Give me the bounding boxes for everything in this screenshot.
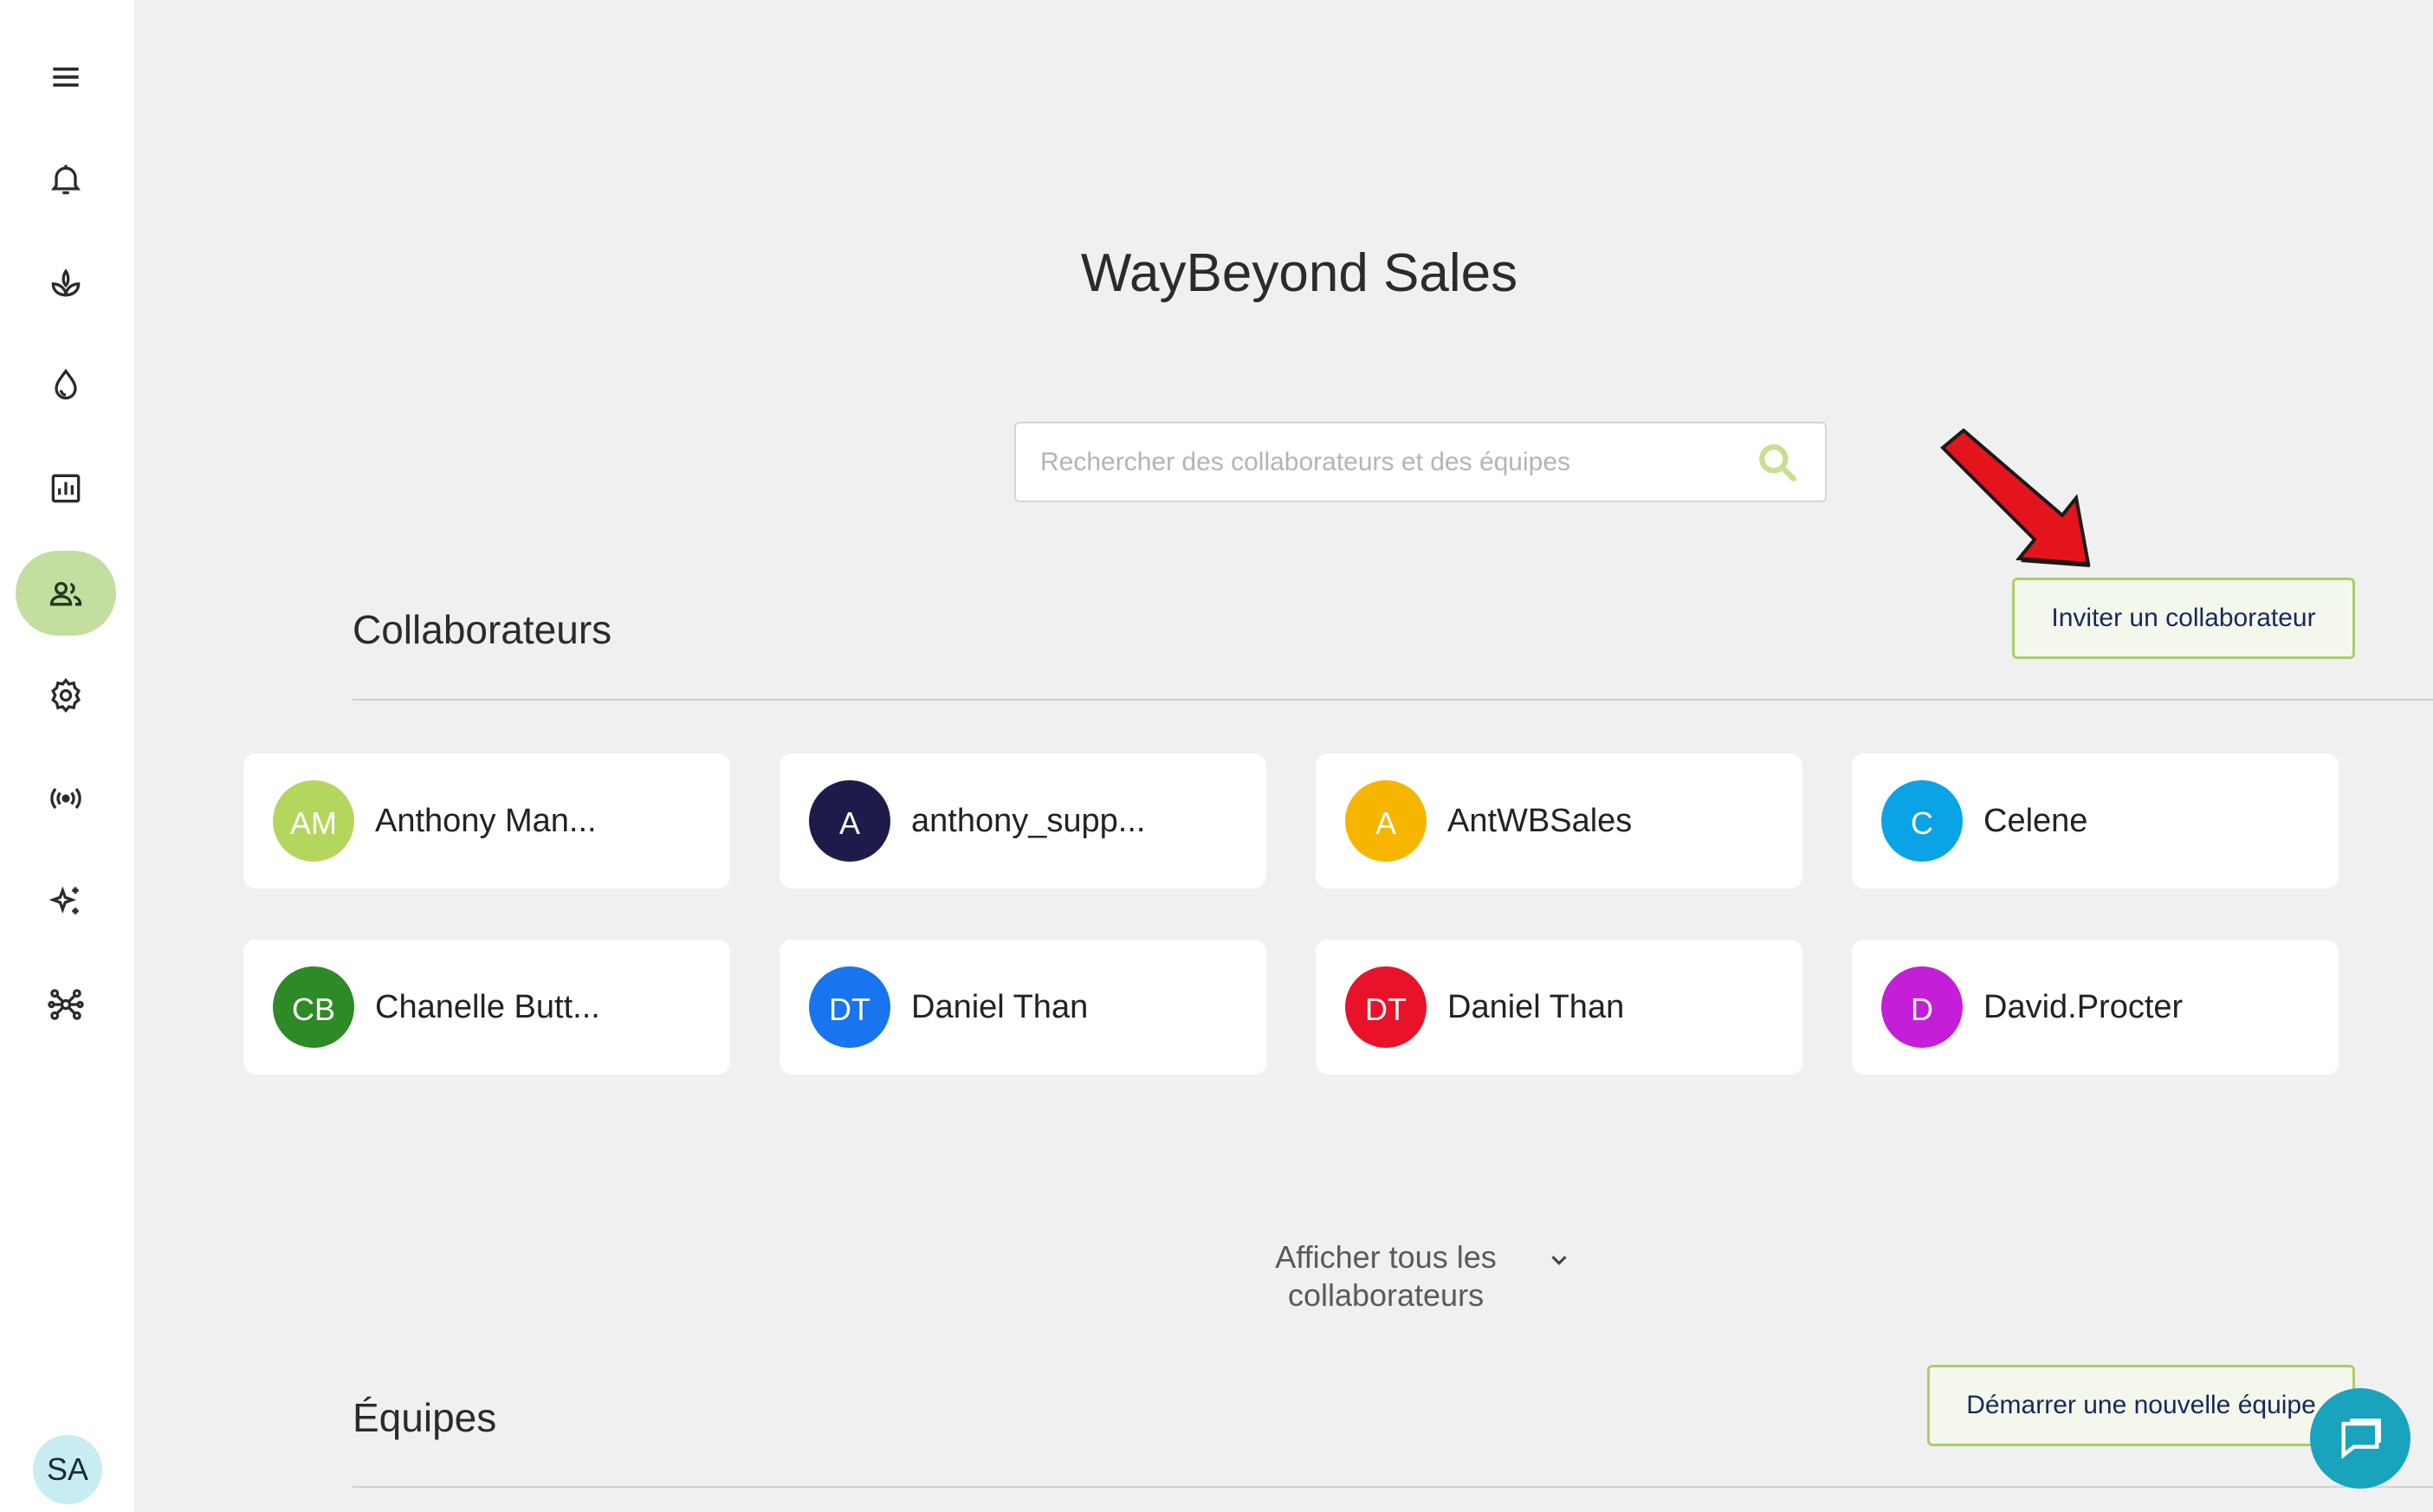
chevron-down-icon	[1551, 1256, 1567, 1265]
chart-icon	[51, 474, 81, 503]
search-box	[1014, 422, 1827, 502]
show-all-collaborators-link[interactable]: Afficher tous les collaborateurs	[1252, 1238, 1650, 1315]
show-all-label: Afficher tous les collaborateurs	[1275, 1239, 1497, 1313]
sidebar-item-collaborators[interactable]	[16, 551, 116, 636]
collaborator-name: Daniel Than	[911, 988, 1089, 1025]
menu-icon	[53, 68, 79, 87]
water-drop-icon	[55, 368, 77, 400]
avatar: DT	[809, 966, 890, 1048]
sidebar-item-plants[interactable]	[16, 240, 116, 325]
collaborator-card[interactable]: D David.Procter	[1852, 940, 2339, 1075]
sidebar-item-notifications[interactable]	[16, 137, 116, 222]
signal-icon	[50, 787, 81, 810]
search-icon[interactable]	[1756, 441, 1799, 484]
start-new-team-button[interactable]: Démarrer une nouvelle équipe	[1927, 1365, 2355, 1446]
collaborator-name: AntWBSales	[1447, 802, 1633, 839]
plant-icon	[51, 268, 81, 297]
gear-icon	[51, 678, 81, 713]
chat-button[interactable]	[2310, 1388, 2410, 1489]
collaborator-name: anthony_supp...	[911, 802, 1146, 839]
collaborators-divider	[353, 699, 2433, 701]
avatar: AM	[273, 780, 354, 862]
sidebar: SA	[0, 0, 134, 1512]
collaborator-card[interactable]: C Celene	[1852, 753, 2339, 888]
collaborator-name: Daniel Than	[1447, 988, 1625, 1025]
avatar: CB	[273, 966, 354, 1048]
red-arrow-annotation	[1940, 429, 2091, 567]
collaborator-card[interactable]: CB Chanelle Butt...	[243, 940, 730, 1075]
page-title: WayBeyond Sales	[1080, 243, 1518, 303]
sidebar-item-water[interactable]	[16, 343, 116, 428]
bell-icon	[50, 165, 81, 195]
avatar: DT	[1345, 966, 1427, 1048]
collaborator-name: David.Procter	[1983, 988, 2184, 1025]
collaborator-name: Anthony Man...	[375, 802, 597, 839]
collaborator-card[interactable]: DT Daniel Than	[1316, 940, 1802, 1075]
sidebar-item-sensors[interactable]	[16, 756, 116, 841]
collaborator-name: Chanelle Butt...	[375, 988, 600, 1025]
avatar: C	[1881, 780, 1963, 862]
main-content: WayBeyond Sales Collaborateurs Inviter u…	[134, 0, 2433, 1512]
collaborator-card[interactable]: A AntWBSales	[1316, 753, 1802, 888]
search-input[interactable]	[1040, 423, 1733, 501]
avatar: A	[1345, 780, 1427, 862]
chat-icon	[2341, 1418, 2381, 1459]
collaborator-name: Celene	[1983, 802, 2088, 839]
sidebar-item-integrations[interactable]	[16, 962, 116, 1047]
user-avatar[interactable]: SA	[33, 1435, 102, 1504]
sidebar-item-settings[interactable]	[16, 653, 116, 738]
teams-heading: Équipes	[353, 1395, 497, 1440]
sidebar-item-reports[interactable]	[16, 446, 116, 531]
sidebar-item-ai[interactable]	[16, 859, 116, 944]
users-icon	[49, 581, 82, 606]
menu-button[interactable]	[16, 35, 116, 120]
sparkles-icon	[49, 886, 79, 914]
collaborators-heading: Collaborateurs	[353, 607, 612, 652]
avatar: D	[1881, 966, 1963, 1048]
collaborator-card[interactable]: AM Anthony Man...	[243, 753, 730, 888]
collaborator-card[interactable]: A anthony_supp...	[780, 753, 1266, 888]
collaborator-card[interactable]: DT Daniel Than	[780, 940, 1266, 1075]
invite-collaborator-button[interactable]: Inviter un collaborateur	[2012, 578, 2355, 659]
avatar: A	[809, 780, 890, 862]
teams-divider	[353, 1486, 2433, 1488]
network-icon	[48, 989, 84, 1020]
